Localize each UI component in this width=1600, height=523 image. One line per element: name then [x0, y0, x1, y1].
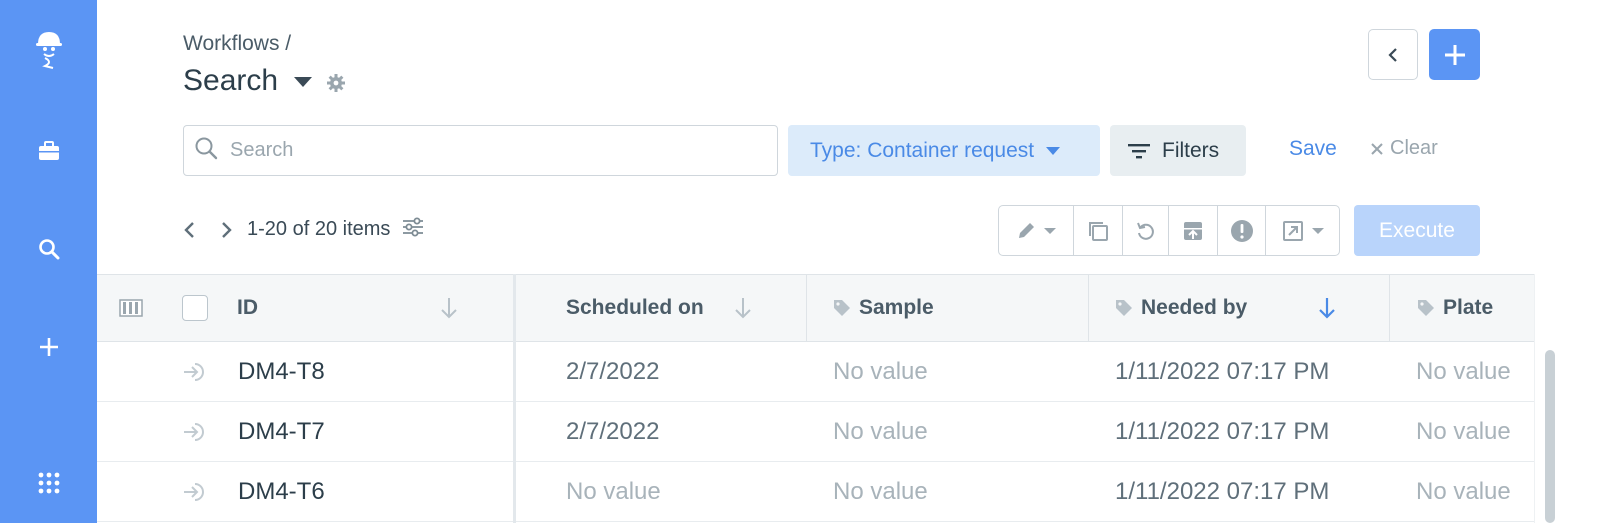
row-id[interactable]: DM4-T7 — [238, 402, 325, 462]
chevron-down-icon — [1311, 227, 1324, 234]
search-box — [183, 125, 778, 176]
save-button[interactable]: Save — [1289, 137, 1337, 161]
sort-arrow-down-icon[interactable] — [734, 275, 752, 341]
table-row[interactable]: DM4-T6 No value No value 1/11/2022 07:17… — [97, 462, 1534, 522]
close-icon — [1371, 142, 1383, 155]
copy-button[interactable] — [1074, 206, 1123, 255]
plus-icon — [1444, 44, 1465, 65]
breadcrumb[interactable]: Workflows / — [183, 32, 291, 56]
type-filter-dropdown[interactable]: Type: Container request — [788, 125, 1100, 176]
chevron-right-icon[interactable] — [219, 220, 233, 240]
briefcase-icon[interactable] — [0, 136, 97, 166]
mascot-logo-icon[interactable] — [0, 28, 97, 72]
row-sample: No value — [833, 358, 928, 385]
title-row: Search — [183, 64, 346, 98]
results-table: ID Scheduled on Sample Needed by Plate D… — [97, 274, 1534, 523]
row-plate: No value — [1416, 418, 1511, 445]
column-settings-icon[interactable] — [402, 217, 424, 242]
pencil-icon — [1019, 222, 1034, 238]
row-needed-by: 1/11/2022 07:17 PM — [1115, 478, 1330, 505]
archive-button[interactable] — [1169, 206, 1218, 255]
row-needed-by: 1/11/2022 07:17 PM — [1115, 418, 1330, 445]
tag-icon — [834, 300, 850, 316]
filters-label: Filters — [1162, 138, 1220, 162]
gear-icon[interactable] — [326, 73, 346, 98]
tag-icon — [1116, 300, 1132, 316]
select-all-checkbox[interactable] — [182, 275, 208, 341]
search-icon — [194, 136, 218, 165]
row-id[interactable]: DM4-T8 — [238, 342, 325, 402]
row-scheduled-on: No value — [566, 478, 661, 505]
chevron-left-icon — [1388, 47, 1397, 62]
table-row[interactable]: DM4-T8 2/7/2022 No value 1/11/2022 07:17… — [97, 342, 1534, 402]
tag-icon — [1418, 300, 1434, 316]
vertical-scrollbar[interactable] — [1545, 350, 1555, 523]
column-header-sample-label: Sample — [859, 296, 934, 319]
pagination: 1-20 of 20 items — [183, 217, 424, 242]
apps-grid-icon[interactable] — [0, 468, 97, 498]
title-dropdown-caret-icon[interactable] — [294, 77, 313, 87]
row-scheduled-on: 2/7/2022 — [566, 418, 660, 445]
column-header-scheduled-on[interactable]: Scheduled on — [566, 275, 704, 341]
chevron-down-icon — [1046, 146, 1061, 155]
column-header-sample[interactable]: Sample — [833, 275, 934, 341]
item-count: 1-20 of 20 items — [247, 218, 391, 240]
open-record-icon[interactable] — [183, 462, 209, 522]
clear-label: Clear — [1390, 137, 1438, 159]
frozen-column-divider[interactable] — [513, 274, 516, 523]
add-button[interactable] — [1429, 29, 1480, 80]
undo-button[interactable] — [1123, 206, 1169, 255]
row-sample: No value — [833, 418, 928, 445]
row-needed-by: 1/11/2022 07:17 PM — [1115, 358, 1330, 385]
column-toggle-icon[interactable] — [119, 275, 143, 341]
external-link-icon — [1282, 220, 1303, 241]
filters-button[interactable]: Filters — [1110, 125, 1246, 176]
row-id[interactable]: DM4-T6 — [238, 462, 325, 522]
type-filter-label: Type: Container request — [810, 138, 1035, 162]
column-header-plate[interactable]: Plate — [1417, 275, 1493, 341]
open-record-icon[interactable] — [183, 402, 209, 462]
sort-arrow-down-icon[interactable] — [440, 275, 458, 341]
table-row[interactable]: DM4-T7 2/7/2022 No value 1/11/2022 07:17… — [97, 402, 1534, 462]
execute-button[interactable]: Execute — [1354, 205, 1480, 256]
clear-button[interactable]: Clear — [1370, 137, 1438, 160]
alert-button[interactable] — [1218, 206, 1266, 255]
open-record-icon[interactable] — [183, 342, 209, 402]
filter-icon — [1128, 143, 1150, 158]
open-external-button[interactable] — [1266, 206, 1339, 255]
edit-button[interactable] — [999, 206, 1074, 255]
column-header-id[interactable]: ID — [237, 275, 258, 341]
row-plate: No value — [1416, 478, 1511, 505]
exclamation-circle-icon — [1230, 219, 1253, 242]
column-divider[interactable] — [1389, 275, 1390, 341]
chevron-left-icon[interactable] — [183, 220, 197, 240]
copy-icon — [1089, 221, 1108, 241]
sort-arrow-down-active-icon[interactable] — [1318, 275, 1336, 341]
column-header-needed-by-label: Needed by — [1141, 296, 1248, 319]
chevron-down-icon — [1044, 227, 1056, 234]
column-divider[interactable] — [806, 275, 807, 341]
column-divider[interactable] — [1088, 275, 1089, 341]
search-input[interactable] — [230, 139, 750, 162]
table-header: ID Scheduled on Sample Needed by Plate — [97, 274, 1534, 342]
row-plate: No value — [1416, 358, 1511, 385]
plus-icon[interactable] — [0, 332, 97, 362]
column-header-plate-label: Plate — [1443, 296, 1494, 319]
back-button[interactable] — [1368, 29, 1418, 80]
row-scheduled-on: 2/7/2022 — [566, 358, 660, 385]
bulk-action-toolbar — [998, 205, 1340, 256]
sidebar — [0, 0, 97, 523]
search-icon[interactable] — [0, 234, 97, 264]
undo-icon — [1136, 222, 1154, 240]
row-sample: No value — [833, 478, 928, 505]
page-title: Search — [183, 64, 279, 97]
column-header-needed-by[interactable]: Needed by — [1115, 275, 1247, 341]
archive-icon — [1184, 221, 1202, 240]
